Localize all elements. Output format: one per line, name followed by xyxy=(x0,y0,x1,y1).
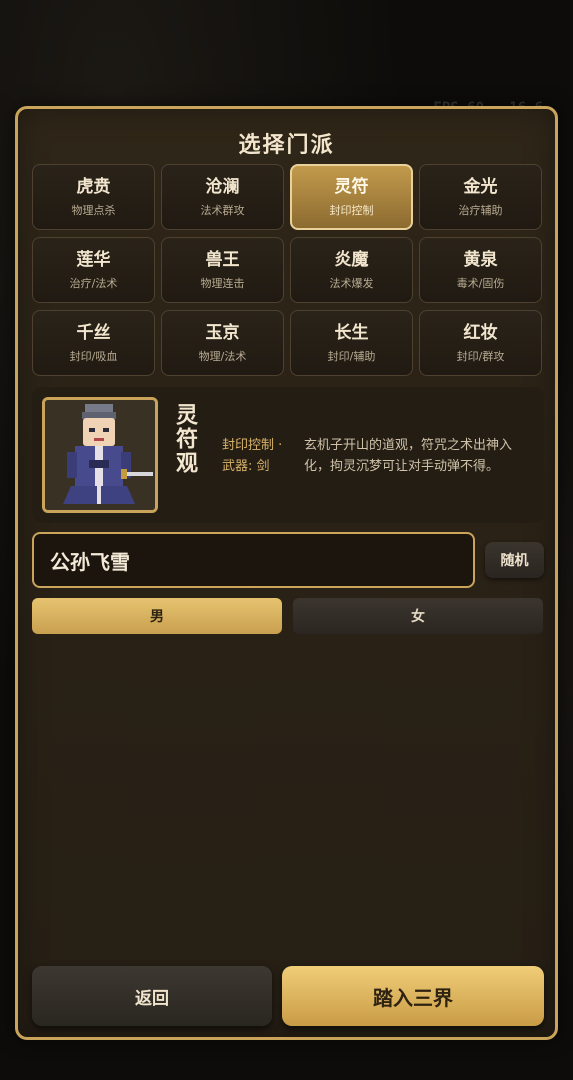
sect-name: 长生 xyxy=(334,323,369,343)
sect-name: 沧澜 xyxy=(205,177,240,197)
sect-select-panel: 选择门派 虎贲物理点杀 沧澜法术群攻 灵符封印控制 金光治疗辅助 莲华治疗/法术… xyxy=(15,106,558,1040)
taoist-character-icon xyxy=(45,400,155,510)
sect-name: 炎魔 xyxy=(334,250,369,270)
sect-weapon: 武器: 剑 xyxy=(222,459,270,474)
sect-desc: 毒术/固伤 xyxy=(456,277,505,290)
sect-tile-jinguang[interactable]: 金光 治疗辅助 xyxy=(419,164,542,230)
sect-desc: 法术群攻 xyxy=(200,204,245,217)
sect-detail-card: 灵符观 封印控制 · 武器: 剑 玄机子开山的道观，符咒之术出神入化，拘灵沉梦可… xyxy=(32,387,544,523)
sect-tile-shouwang[interactable]: 兽王 物理连击 xyxy=(161,237,284,303)
character-name-input[interactable]: 公孙飞雪 xyxy=(32,532,475,588)
page-title: 选择门派 xyxy=(238,133,335,158)
gender-male-button[interactable]: 男 xyxy=(32,598,282,634)
sect-tile-huben[interactable]: 虎贲 物理点杀 xyxy=(32,164,155,230)
sect-name: 玉京 xyxy=(205,323,240,343)
back-button[interactable]: 返回 xyxy=(32,966,272,1026)
enter-game-button[interactable]: 踏入三界 xyxy=(282,966,544,1026)
sect-tile-yujing[interactable]: 玉京物理/法术 xyxy=(161,310,284,376)
sect-desc: 物理连击 xyxy=(200,277,245,290)
sect-name: 灵符 xyxy=(334,177,369,197)
sect-name: 千丝 xyxy=(76,323,111,343)
sect-desc: 封印控制 xyxy=(329,204,374,217)
sect-role: 封印控制 · xyxy=(222,438,283,453)
sect-tile-changsheng[interactable]: 长生封印/辅助 xyxy=(290,310,413,376)
sect-desc: 法术爆发 xyxy=(329,277,374,290)
sect-name: 莲华 xyxy=(76,250,111,270)
sect-name: 黄泉 xyxy=(463,250,498,270)
sect-name: 红妆 xyxy=(463,323,498,343)
sect-desc: 封印/吸血 xyxy=(69,350,118,363)
random-name-button[interactable]: 随机 xyxy=(485,542,544,578)
sect-tags: 封印控制 · 武器: 剑 xyxy=(222,435,282,477)
sect-desc: 治疗辅助 xyxy=(458,204,503,217)
sect-description: 玄机子开山的道观，符咒之术出神入化，拘灵沉梦可让对手动弹不得。 xyxy=(304,438,513,474)
gender-female-button[interactable]: 女 xyxy=(293,598,543,634)
sect-tile-canglan[interactable]: 沧澜 法术群攻 xyxy=(161,164,284,230)
sect-tile-hongzhuang[interactable]: 红妆封印/群攻 xyxy=(419,310,542,376)
sect-tile-yanmo[interactable]: 炎魔 法术爆发 xyxy=(290,237,413,303)
sect-name: 金光 xyxy=(463,177,498,197)
sect-desc: 封印/群攻 xyxy=(456,350,505,363)
sect-desc: 物理/法术 xyxy=(198,350,247,363)
sect-tile-lingfu[interactable]: 灵符 封印控制 xyxy=(290,164,413,230)
sect-desc: 治疗/法术 xyxy=(69,277,118,290)
sect-name: 虎贲 xyxy=(76,177,111,197)
character-portrait xyxy=(42,397,158,513)
sect-tile-qiansi[interactable]: 千丝封印/吸血 xyxy=(32,310,155,376)
sect-grid: 虎贲 物理点杀 沧澜 法术群攻 灵符 封印控制 金光 治疗辅助 莲华 治疗/法术 兽王 物理… xyxy=(32,164,544,376)
sect-tile-lianhua[interactable]: 莲华治疗/法术 xyxy=(32,237,155,303)
sect-full-name: 灵符观 xyxy=(172,403,197,475)
sect-desc: 封印/辅助 xyxy=(327,350,376,363)
sect-tile-huangquan[interactable]: 黄泉毒术/固伤 xyxy=(419,237,542,303)
sect-name: 兽王 xyxy=(205,250,240,270)
sect-desc: 物理点杀 xyxy=(71,204,116,217)
